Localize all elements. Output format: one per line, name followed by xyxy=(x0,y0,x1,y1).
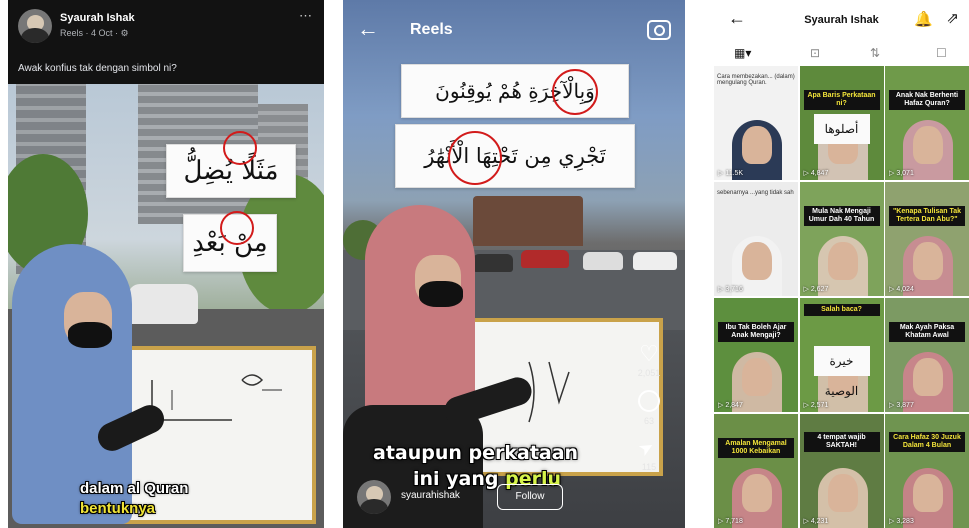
grid-post[interactable]: sebenarnya ...yang tidak sah ▷ 3,716 xyxy=(714,182,798,296)
post-video[interactable]: مَثَلًا يُضِلُّ مِنْ بَعْدِ xyxy=(8,84,324,528)
camera-icon[interactable] xyxy=(647,20,671,40)
view-count: ▷ 4,024 xyxy=(889,286,914,293)
grid-post[interactable]: Ibu Tak Boleh Ajar Anak Mengaji? ▷ 2,847 xyxy=(714,298,798,412)
reels-panel: وَبِالْآخِرَةِ هُمْ يُوقِنُونَ تَجْرِي م… xyxy=(343,0,685,528)
post-title-label: "Kenapa Tulisan Tak Tertera Dan Abu?" xyxy=(889,206,965,226)
grid-post[interactable]: Amalan Mengamal 1000 Kebaikan ▷ 7,718 xyxy=(714,414,798,528)
car-image xyxy=(633,252,677,270)
author-name[interactable]: Syaurah Ishak xyxy=(60,12,135,24)
post-title-label: Cara Hafaz 30 Juzuk Dalam 4 Bulan xyxy=(889,432,965,452)
grid-post[interactable]: Anak Nak Berhenti Hafaz Quran? ▷ 3,071 xyxy=(885,66,969,180)
view-count: ▷ 4,847 xyxy=(803,170,829,177)
presenter-face xyxy=(913,126,943,164)
grid-post[interactable]: Cara membezakan... (dalam) mengulang Qur… xyxy=(714,66,798,180)
tab-reposts-icon[interactable]: ⇅ xyxy=(870,46,880,60)
view-count: ▷ 11.5K xyxy=(718,170,744,177)
grid-post[interactable]: 4 tempat wajib SAKTAH! ▷ 4,231 xyxy=(799,414,884,528)
grid-post[interactable]: Mula Nak Mengaji Umur Dah 40 Tahun ▷ 2,62… xyxy=(799,182,884,296)
comment-count: 63 xyxy=(643,416,654,426)
facebook-post-panel: Syaurah Ishak Reels · 4 Oct · ⚙ ⋯ Awak k… xyxy=(8,0,324,528)
presenter-face xyxy=(913,474,943,512)
post-title-label: Salah baca? xyxy=(803,304,880,316)
like-count: 2,051 xyxy=(637,368,661,378)
post-meta: Reels · 4 Oct · ⚙ xyxy=(60,28,129,38)
view-count: ▷ 2,571 xyxy=(803,402,829,409)
post-title-label: Mak Ayah Paksa Khatam Awal xyxy=(889,322,965,342)
arabic-card-1: مَثَلًا يُضِلُّ xyxy=(166,131,296,198)
more-options-icon[interactable]: ⋯ xyxy=(299,8,312,24)
view-count: ▷ 3,071 xyxy=(889,170,914,177)
tab-grid-icon[interactable]: ▦▾ xyxy=(734,46,751,60)
tab-reels-icon[interactable]: ⊡ xyxy=(810,46,820,60)
arabic-text: أصلوها xyxy=(813,114,870,144)
video-subtitle-line1: dalam al Quran xyxy=(80,480,189,497)
post-header: Syaurah Ishak Reels · 4 Oct · ⚙ ⋯ xyxy=(8,0,324,58)
author-avatar[interactable] xyxy=(18,9,52,43)
grid-post[interactable]: Salah baca? خيرة الوصية ▷ 2,571 xyxy=(799,298,884,412)
presenter-face xyxy=(742,242,772,280)
presenter-face xyxy=(742,358,772,396)
presenter-face xyxy=(827,242,858,280)
profile-header: ← Syaurah Ishak 🔔 ⇗ xyxy=(714,0,969,40)
author-avatar[interactable] xyxy=(357,480,391,514)
view-count: ▷ 2,847 xyxy=(718,402,743,409)
heart-icon[interactable]: ♡ xyxy=(639,343,659,365)
view-count: ▷ 3,877 xyxy=(889,402,914,409)
profile-panel: ← Syaurah Ishak 🔔 ⇗ ▦▾ ⊡ ⇅ ☐ Cara membez… xyxy=(714,0,969,528)
presenter-face xyxy=(913,242,943,280)
view-count: ▷ 4,231 xyxy=(803,518,829,525)
subtitle-text: ini yang xyxy=(413,468,506,490)
video-subtitle-line1: ataupun perkataan xyxy=(373,442,579,464)
post-title-label: Mula Nak Mengaji Umur Dah 40 Tahun xyxy=(803,206,880,226)
post-text: Cara membezakan... (dalam) mengulang Qur… xyxy=(717,74,795,86)
comment-icon[interactable] xyxy=(638,390,660,412)
car-image xyxy=(521,250,569,268)
page-title: Reels xyxy=(410,21,453,38)
video-subtitle-line2: bentuknya xyxy=(80,500,156,517)
share-count: 115 xyxy=(641,462,657,472)
reel-author: syaurahishak Follow xyxy=(357,480,563,516)
red-circle-mark xyxy=(223,131,257,165)
arabic-card-2: مِنْ بَعْدِ xyxy=(183,211,277,272)
grid-post[interactable]: Apa Baris Perkataan ni? أصلوها ▷ 4,847 xyxy=(799,66,884,180)
post-title-label: Apa Baris Perkataan ni? xyxy=(803,90,880,110)
presenter-face xyxy=(742,474,772,512)
reel-actions: ♡ 2,051 63 115 xyxy=(629,343,669,484)
tab-tagged-icon[interactable]: ☐ xyxy=(936,46,947,60)
back-arrow-icon[interactable]: ← xyxy=(357,18,379,40)
arabic-text: تَجْرِي مِن تَحْتِهَا الْأَنْهَٰرُ xyxy=(424,144,606,168)
presenter-face xyxy=(913,358,943,396)
red-circle-mark xyxy=(448,131,502,185)
red-circle-mark xyxy=(220,211,254,245)
grid-post[interactable]: "Kenapa Tulisan Tak Tertera Dan Abu?" ▷ 4… xyxy=(885,182,969,296)
presenter-face xyxy=(827,474,858,512)
author-username[interactable]: syaurahishak xyxy=(401,490,460,501)
grid-post[interactable]: Cara Hafaz 30 Juzuk Dalam 4 Bulan ▷ 3,283 xyxy=(885,414,969,528)
follow-button[interactable]: Follow xyxy=(497,484,563,510)
post-title-label: Amalan Mengamal 1000 Kebaikan xyxy=(718,438,794,458)
arabic-text: خيرة الوصية xyxy=(813,346,870,398)
post-title-label: Anak Nak Berhenti Hafaz Quran? xyxy=(889,90,965,110)
reels-header: ← Reels xyxy=(343,0,685,60)
red-circle-mark xyxy=(552,69,598,115)
arabic-card-1: وَبِالْآخِرَةِ هُمْ يُوقِنُونَ xyxy=(401,64,629,118)
view-count: ▷ 7,718 xyxy=(718,518,743,525)
car-image xyxy=(583,252,623,270)
view-count: ▷ 3,716 xyxy=(718,286,743,293)
post-title-label: 4 tempat wajib SAKTAH! xyxy=(803,432,880,452)
view-count: ▷ 2,627 xyxy=(803,286,829,293)
profile-tabs: ▦▾ ⊡ ⇅ ☐ xyxy=(714,40,969,66)
grid-post[interactable]: Mak Ayah Paksa Khatam Awal ▷ 3,877 xyxy=(885,298,969,412)
posts-grid: Cara membezakan... (dalam) mengulang Qur… xyxy=(714,66,969,528)
post-caption: Awak konfius tak dengan simbol ni? xyxy=(18,63,177,74)
bell-icon[interactable]: 🔔 xyxy=(914,10,933,28)
post-text: sebenarnya ...yang tidak sah xyxy=(717,190,794,196)
view-count: ▷ 3,283 xyxy=(889,518,914,525)
send-icon[interactable] xyxy=(639,438,659,458)
presenter-face xyxy=(742,126,772,164)
share-icon[interactable]: ⇗ xyxy=(946,9,959,27)
post-title-label: Ibu Tak Boleh Ajar Anak Mengaji? xyxy=(718,322,794,342)
arabic-card-2: تَجْرِي مِن تَحْتِهَا الْأَنْهَٰرُ xyxy=(395,124,635,188)
